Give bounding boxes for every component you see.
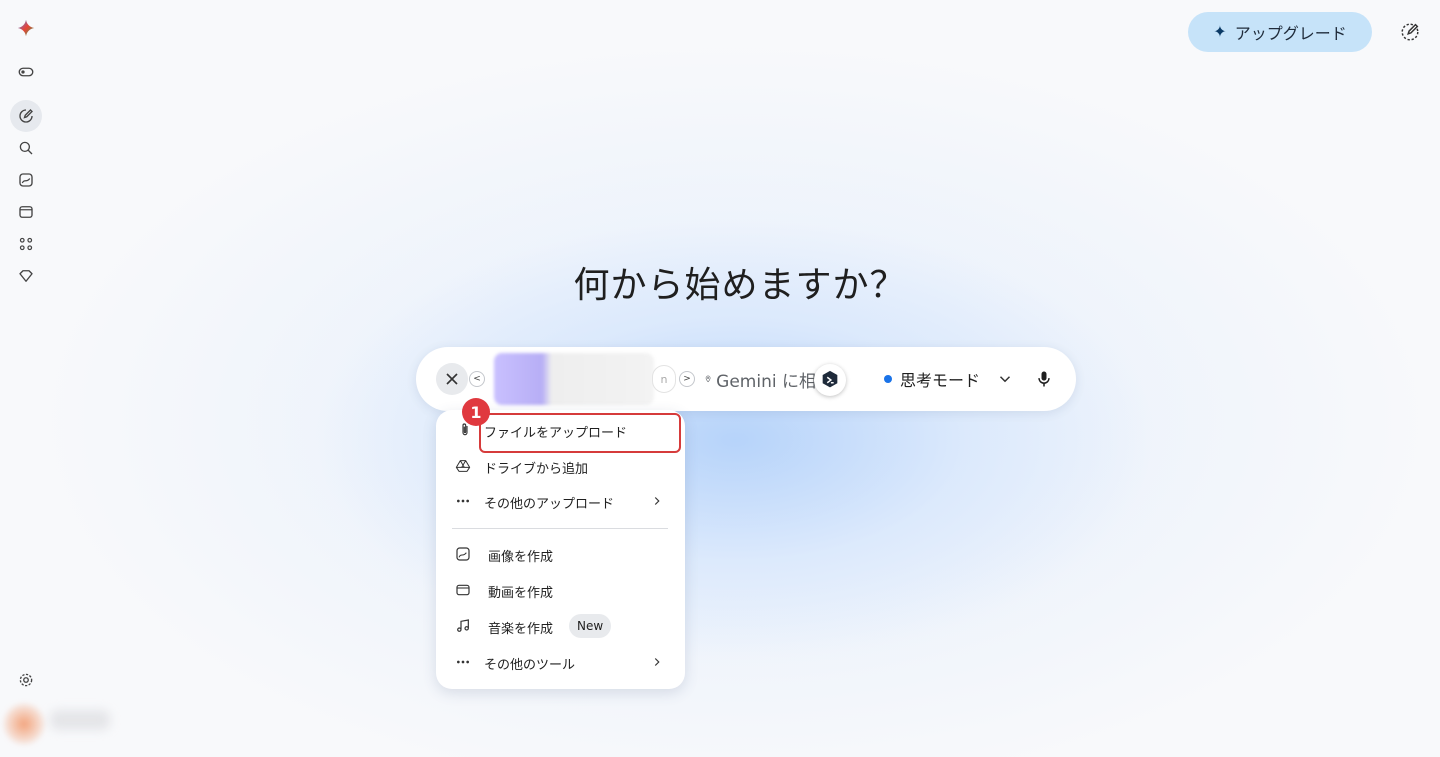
menu-item-label: その他のツール — [484, 658, 576, 673]
avatar[interactable] — [4, 704, 44, 744]
temporary-chat-icon[interactable] — [1396, 18, 1424, 46]
image-gallery-icon[interactable] — [10, 164, 42, 196]
attachment-chip: n — [652, 365, 676, 393]
scroll-left-button[interactable]: < — [469, 371, 485, 387]
menu-item-label: その他のアップロード — [484, 497, 615, 512]
upgrade-button[interactable]: ✦ アップグレード — [1188, 12, 1372, 52]
prompt-input[interactable]: Gemini に相 — [704, 367, 816, 391]
menu-item-more-uploads[interactable]: その他のアップロード — [436, 485, 685, 517]
attachment-thumbnail-redacted[interactable] — [494, 353, 654, 405]
menu-item-label: 音楽を作成 — [488, 622, 554, 637]
microphone-button[interactable] — [1030, 365, 1058, 393]
close-menu-button[interactable] — [436, 363, 468, 395]
annotation-highlight-box — [479, 413, 681, 453]
sparkle-icon: ✦ — [1213, 24, 1227, 41]
microphone-icon — [1038, 371, 1050, 387]
chevron-right-icon — [654, 497, 660, 505]
image-create-icon — [454, 545, 472, 563]
new-chat-icon[interactable] — [10, 100, 42, 132]
video-create-icon — [454, 581, 472, 599]
new-badge: New — [569, 614, 612, 638]
mode-dot-icon — [884, 375, 892, 383]
sidebar — [0, 0, 110, 757]
more-horiz-icon — [454, 492, 472, 510]
drive-icon — [454, 457, 472, 475]
upgrade-label: アップグレード — [1234, 26, 1347, 43]
toggle-sidebar-icon[interactable] — [10, 56, 42, 88]
mode-selector[interactable]: 思考モード — [884, 367, 1014, 391]
menu-item-create-video[interactable]: 動画を作成 — [436, 574, 685, 606]
menu-item-label: 動画を作成 — [488, 586, 554, 601]
menu-item-create-music[interactable]: 音楽を作成 New — [436, 610, 685, 642]
page-title: 何から始めますか？ — [573, 265, 907, 306]
location-pin-icon — [705, 375, 711, 383]
close-icon — [446, 373, 458, 385]
prompt-input-bar[interactable]: < n > Gemini に相 思考モード — [416, 347, 1076, 411]
search-icon[interactable] — [10, 132, 42, 164]
video-icon[interactable] — [10, 196, 42, 228]
extension-badge-icon[interactable] — [814, 364, 846, 396]
scroll-right-button[interactable]: > — [679, 371, 695, 387]
menu-item-label: 画像を作成 — [488, 550, 554, 565]
chevron-down-icon — [999, 376, 1011, 383]
menu-divider — [452, 528, 668, 529]
music-note-icon — [454, 617, 472, 635]
menu-item-more-tools[interactable]: その他のツール — [436, 646, 685, 678]
prompt-placeholder: Gemini に相 — [716, 371, 816, 392]
chevron-right-icon — [654, 658, 660, 666]
account-name-redacted — [50, 710, 110, 730]
menu-item-add-from-drive[interactable]: ドライブから追加 — [436, 450, 685, 482]
more-horiz-icon — [454, 653, 472, 671]
settings-icon[interactable] — [10, 664, 42, 696]
gemini-logo-icon[interactable] — [10, 12, 42, 44]
mode-label: 思考モード — [900, 371, 981, 390]
annotation-step-badge: 1 — [462, 398, 490, 426]
menu-item-label: ドライブから追加 — [484, 462, 589, 477]
menu-item-create-image[interactable]: 画像を作成 — [436, 538, 685, 570]
